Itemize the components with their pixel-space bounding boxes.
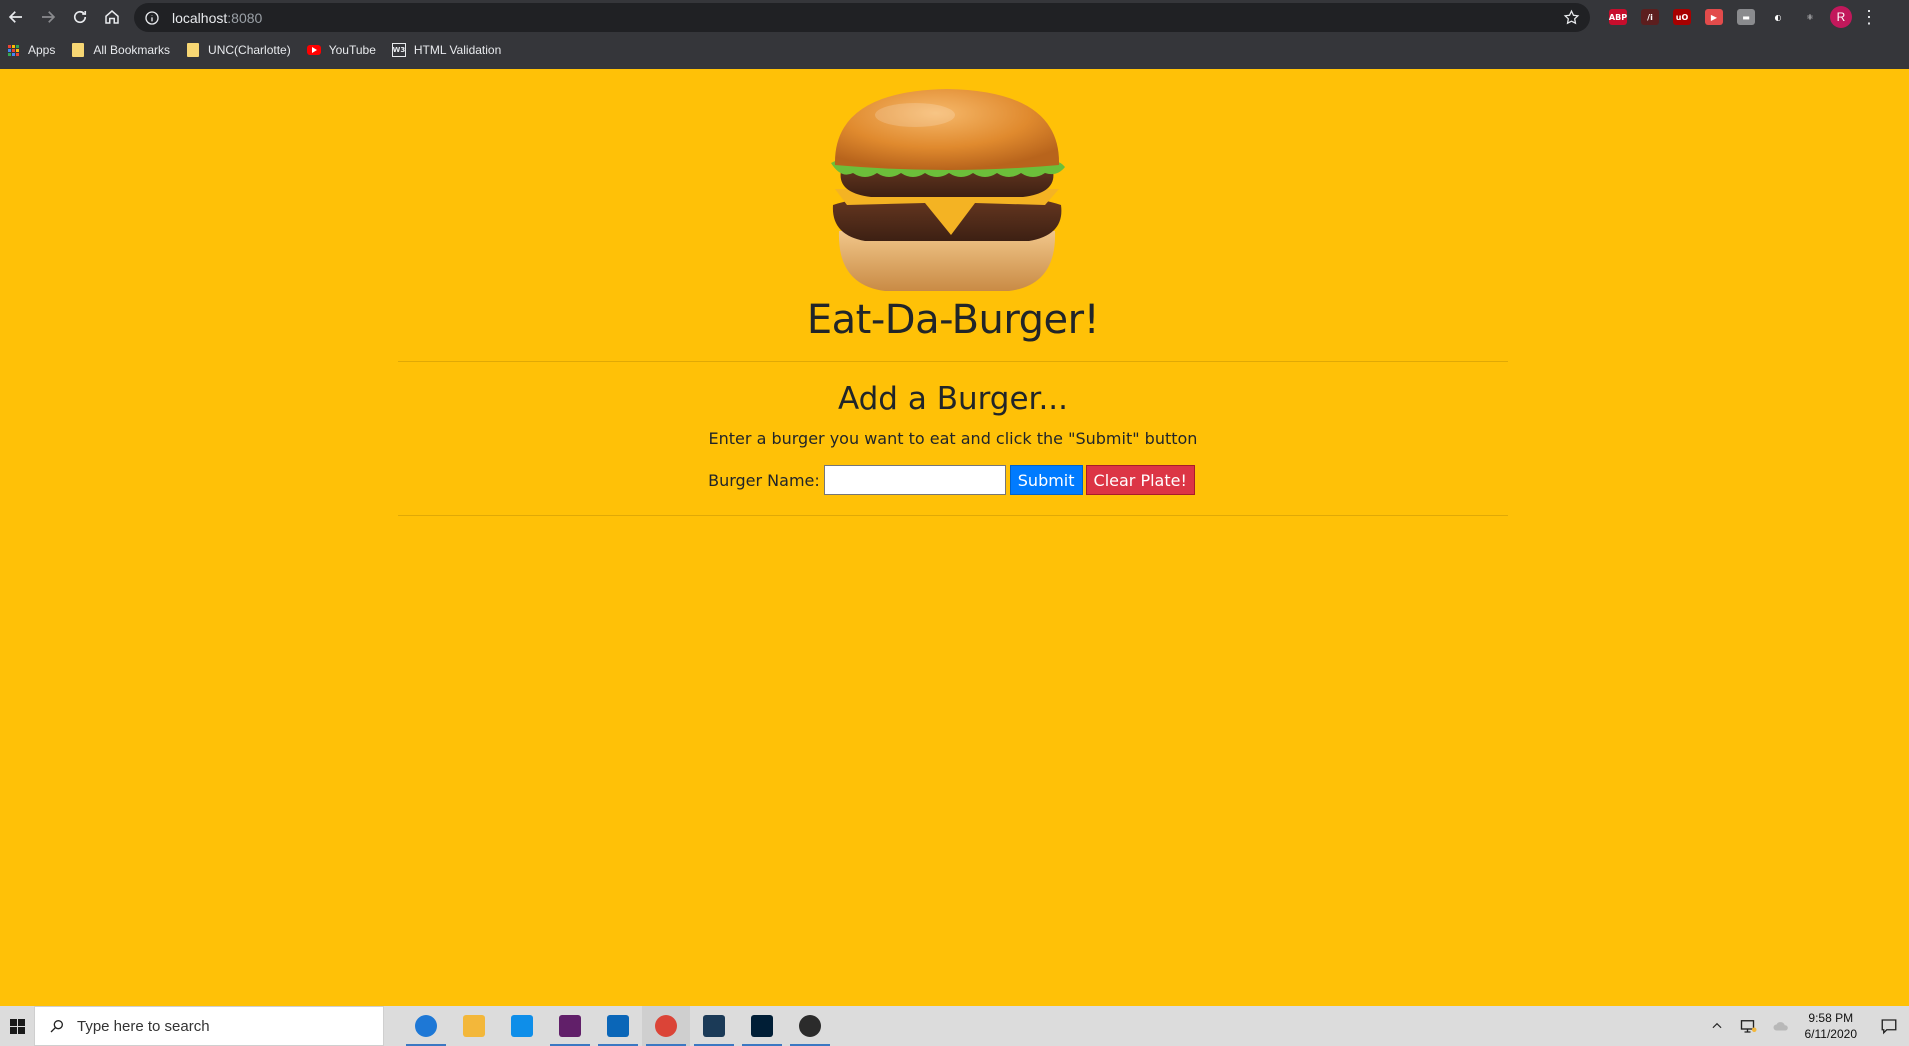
folder-icon <box>186 43 200 57</box>
extension-circle-glyph: ◐ <box>1769 9 1787 25</box>
add-burger-heading: Add a Burger... <box>837 381 1069 417</box>
bookmark-star-icon[interactable] <box>1563 9 1580 26</box>
site-info-icon[interactable] <box>144 10 160 26</box>
taskbar-chrome-button[interactable] <box>642 1006 690 1046</box>
bookmark-label: All Bookmarks <box>93 43 171 57</box>
bookmark-all-bookmarks[interactable]: All Bookmarks <box>71 43 170 57</box>
taskbar-mysql-workbench-icon <box>703 1015 725 1037</box>
folder-icon <box>71 43 85 57</box>
extension-red-glyph: /i <box>1641 9 1659 25</box>
divider-top <box>398 361 1508 362</box>
bookmark-label: HTML Validation <box>413 43 502 57</box>
extensions-area: ABP/i uO ▶ ▬ ◐ ⚛ R ⋮ <box>1606 6 1878 28</box>
add-burger-form: Burger Name: Submit Clear Plate! <box>398 465 1508 495</box>
ublock-origin-icon[interactable]: uO <box>1670 6 1694 28</box>
browser-menu-icon[interactable]: ⋮ <box>1860 8 1878 26</box>
notification-center-button[interactable] <box>1869 1006 1909 1046</box>
taskbar-chrome-icon <box>655 1015 677 1037</box>
chevron-up-icon[interactable] <box>1706 1015 1728 1037</box>
taskbar-app-browser-button[interactable] <box>402 1006 450 1046</box>
taskbar-teamviewer-button[interactable] <box>498 1006 546 1046</box>
notification-icon <box>1881 1019 1897 1035</box>
back-button[interactable] <box>0 1 32 33</box>
network-icon[interactable] <box>1738 1015 1760 1037</box>
taskbar-app-mountain-button[interactable] <box>786 1006 834 1046</box>
forward-arrow-icon <box>42 11 56 23</box>
taskbar-vscode-icon <box>607 1015 629 1037</box>
taskbar-vscode-button[interactable] <box>594 1006 642 1046</box>
system-tray: 9:58 PM 6/11/2020 <box>1701 1006 1909 1046</box>
search-icon <box>50 1020 63 1033</box>
submit-button[interactable]: Submit <box>1009 465 1083 495</box>
extension-circle-icon[interactable]: ◐ <box>1766 6 1790 28</box>
burger-name-label: Burger Name: <box>708 470 820 490</box>
reload-icon <box>73 10 87 24</box>
page-body: Eat-Da-Burger! Add a Burger... Enter a b… <box>0 69 1909 1006</box>
divider-bottom <box>398 515 1508 516</box>
clock-time: 9:58 PM <box>1808 1011 1854 1025</box>
react-devtools-icon[interactable]: ⚛ <box>1798 6 1822 28</box>
burger-image <box>831 89 1065 291</box>
bookmark-youtube[interactable]: YouTube <box>306 43 376 57</box>
bookmark-apps[interactable]: Apps <box>6 43 55 57</box>
ublock-origin-glyph: uO <box>1673 9 1691 25</box>
react-devtools-glyph: ⚛ <box>1801 9 1819 25</box>
profile-avatar[interactable]: R <box>1830 6 1852 28</box>
taskbar-slack-button[interactable] <box>546 1006 594 1046</box>
browser-chrome: localhost:8080 ABP/i uO ▶ ▬ ◐ ⚛ R ⋮ Apps All Bo… <box>0 0 1909 69</box>
start-button[interactable] <box>0 1006 34 1046</box>
taskbar-slack-icon <box>559 1015 581 1037</box>
screen-recorder-glyph: ▶ <box>1705 9 1723 25</box>
clock-date: 6/11/2020 <box>1804 1027 1858 1041</box>
forward-button[interactable] <box>32 1 64 33</box>
adblock-plus-icon[interactable]: ABP <box>1606 6 1630 28</box>
bookmark-label: Apps <box>28 43 56 57</box>
clear-plate-button[interactable]: Clear Plate! <box>1085 465 1195 495</box>
bookmark-html-validation[interactable]: W3 HTML Validation <box>391 43 502 57</box>
bookmark-label: YouTube <box>328 43 376 57</box>
instructions-text: Enter a burger you want to eat and click… <box>708 429 1198 448</box>
taskbar-apps <box>402 1006 834 1046</box>
apps-grid-icon <box>6 43 20 57</box>
extension-print-icon[interactable]: ▬ <box>1734 6 1758 28</box>
taskbar-app-browser-icon <box>415 1015 437 1037</box>
extension-red-icon[interactable]: /i <box>1638 6 1662 28</box>
taskbar-app-mountain-icon <box>799 1015 821 1037</box>
page-title: Eat-Da-Burger! <box>806 297 1100 343</box>
reload-button[interactable] <box>64 1 96 33</box>
back-arrow-icon <box>8 11 22 23</box>
url-text: localhost:8080 <box>172 9 263 26</box>
taskbar-file-explorer-button[interactable] <box>450 1006 498 1046</box>
windows-logo-icon <box>9 1018 25 1034</box>
taskbar-photoshop-button[interactable] <box>738 1006 786 1046</box>
address-bar[interactable]: localhost:8080 <box>134 3 1590 32</box>
adblock-plus-glyph: ABP <box>1609 9 1627 25</box>
taskbar-mysql-workbench-button[interactable] <box>690 1006 738 1046</box>
taskbar-search-box[interactable]: Type here to search <box>34 1006 384 1046</box>
onedrive-cloud-icon[interactable] <box>1770 1015 1792 1037</box>
taskbar-teamviewer-icon <box>511 1015 533 1037</box>
bookmarks-bar: Apps All Bookmarks UNC(Charlotte) YouTub… <box>0 38 517 62</box>
extension-print-glyph: ▬ <box>1737 9 1755 25</box>
taskbar-photoshop-icon <box>751 1015 773 1037</box>
home-icon <box>105 10 119 24</box>
screen-recorder-icon[interactable]: ▶ <box>1702 6 1726 28</box>
taskbar-clock[interactable]: 9:58 PM 6/11/2020 <box>1805 1010 1858 1042</box>
burger-name-input[interactable] <box>823 465 1006 495</box>
search-placeholder: Type here to search <box>77 1017 210 1035</box>
taskbar-file-explorer-icon <box>463 1015 485 1037</box>
bookmark-unc-charlotte[interactable]: UNC(Charlotte) <box>186 43 291 57</box>
home-button[interactable] <box>96 1 128 33</box>
youtube-icon <box>306 43 321 57</box>
windows-taskbar: Type here to search 9:58 PM 6/11/2020 <box>0 1006 1909 1046</box>
w3c-icon: W3 <box>391 43 406 57</box>
browser-toolbar: localhost:8080 ABP/i uO ▶ ▬ ◐ ⚛ R ⋮ <box>0 0 1909 34</box>
bookmark-label: UNC(Charlotte) <box>208 43 291 57</box>
